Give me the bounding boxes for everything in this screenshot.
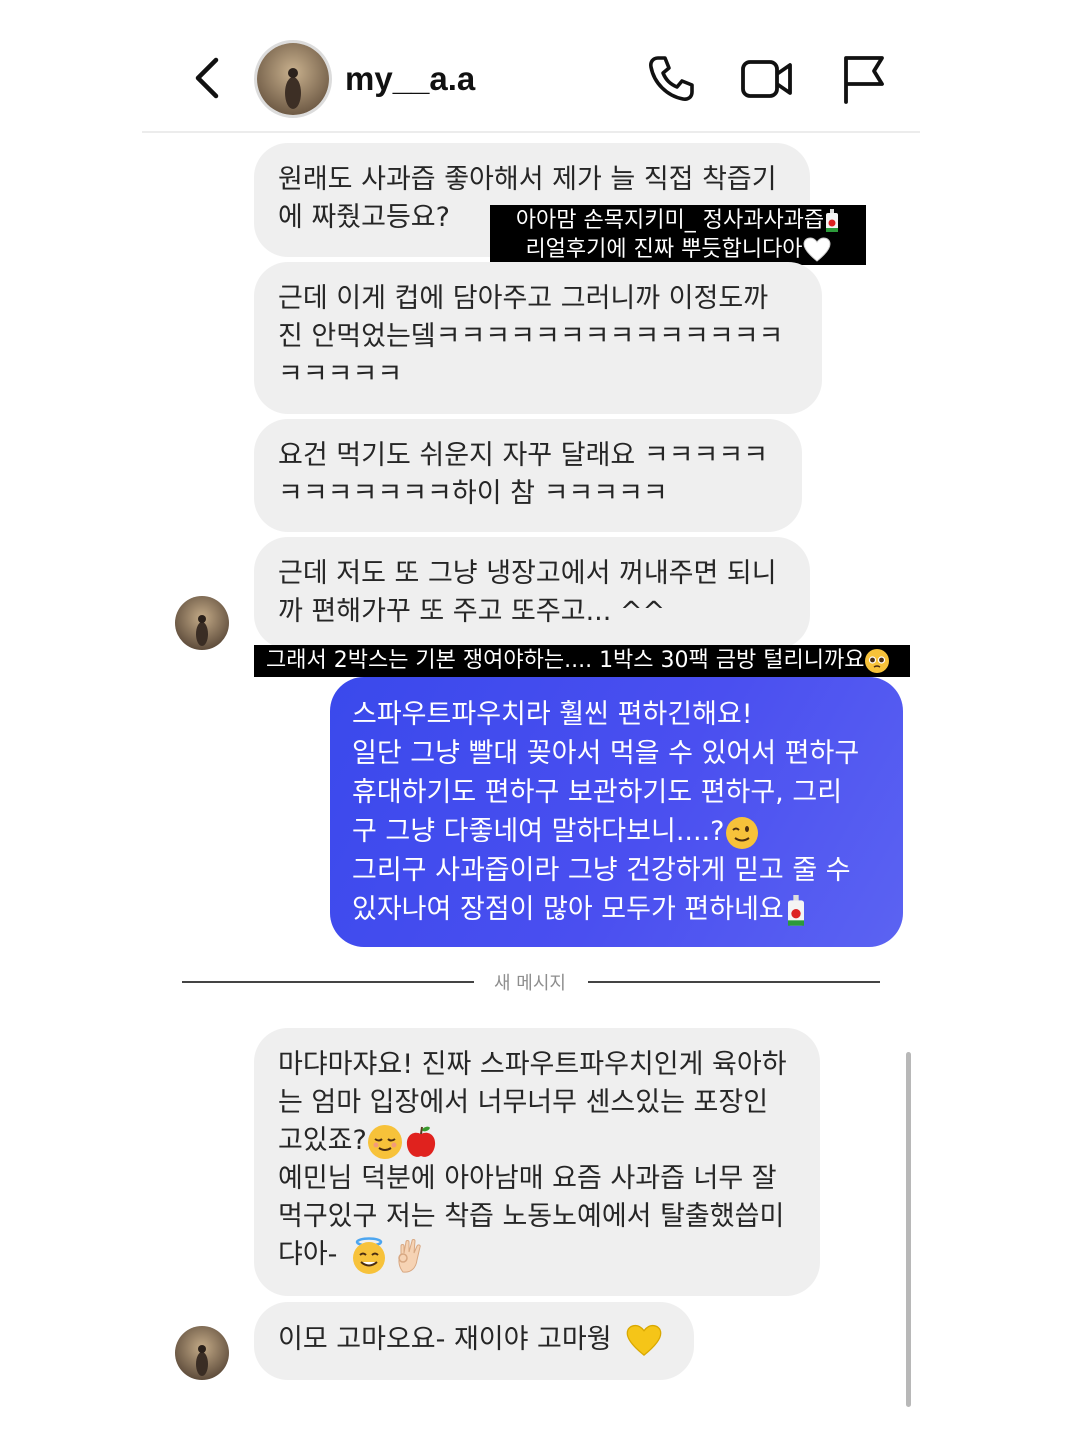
smiling-face-with-halo-icon: [353, 1236, 386, 1274]
header-divider: [142, 131, 920, 133]
message-text: 스파우트파우치라 훨씬 편하긴해요!: [352, 699, 753, 730]
chat-username[interactable]: my__a.a: [345, 60, 475, 98]
white-heart-icon: [803, 237, 831, 262]
video-call-button[interactable]: [740, 52, 794, 106]
message-text: 이모 고마오요- 재이야 고마웡: [278, 1324, 612, 1355]
message-text: 그리구 사과즙이라 그냥 건강하게 믿고 줄 수 있자나여 장점이 많아 모두가…: [352, 855, 851, 925]
message-text: 일단 그냥 빨대 꽂아서 먹을 수 있어서 편하구 휴대하기도 편하구 보관하기…: [352, 738, 860, 847]
received-message[interactable]: 근데 저도 또 그냥 냉장고에서 꺼내주면 되니 까 편해가꾸 또 주고 또주고…: [254, 537, 810, 649]
relieved-face-icon: [367, 1124, 402, 1159]
divider-line: [182, 981, 474, 983]
message-text: 마댜마쟈요! 진짜 스파우트파우치인게 육아하 는 엄마 입장에서 너무너무 센…: [278, 1049, 787, 1156]
phone-icon: [649, 56, 694, 101]
received-message[interactable]: 이모 고마오요- 재이야 고마웡: [254, 1302, 694, 1380]
caption-sticker: 아아맘 손목지키미_ 정사과사과즙 리얼후기에 진짜 뿌듯합니다아: [490, 205, 866, 265]
juice-pouch-icon: [787, 894, 804, 926]
scrollbar[interactable]: [906, 1052, 911, 1407]
red-apple-icon: [406, 1126, 435, 1157]
profile-avatar[interactable]: [254, 40, 332, 118]
message-text: 요건 먹기도 쉬운지 자꾸 달래요 ㅋㅋㅋㅋㅋ ㅋㅋㅋㅋㅋㅋㅋ하이 참 ㅋㅋㅋㅋ…: [278, 440, 769, 509]
back-button[interactable]: [186, 54, 230, 102]
caption-text: 그래서 2박스는 기본 쟁여야하는.... 1박스 30팩 금방 털리니까요: [266, 648, 865, 673]
call-button[interactable]: [644, 52, 698, 106]
pleading-face-icon: [865, 649, 890, 673]
sender-avatar[interactable]: [175, 596, 229, 650]
message-text: 근데 저도 또 그냥 냉장고에서 꺼내주면 되니 까 편해가꾸 또 주고 또주고…: [278, 558, 777, 627]
received-message[interactable]: 마댜마쟈요! 진짜 스파우트파우치인게 육아하 는 엄마 입장에서 너무너무 센…: [254, 1028, 820, 1296]
divider-line: [588, 981, 880, 983]
caption-text: 리얼후기에 진짜 뿌듯합니다아: [525, 237, 803, 262]
ok-hand-icon: [398, 1238, 422, 1273]
sender-avatar[interactable]: [175, 1326, 229, 1380]
video-camera-icon: [741, 60, 792, 98]
flag-icon: [844, 56, 884, 104]
chat-header: my__a.a: [0, 0, 1080, 133]
juice-pouch-icon: [826, 209, 839, 232]
yellow-heart-icon: [626, 1324, 661, 1356]
new-messages-divider: 새 메시지: [494, 973, 566, 994]
received-message[interactable]: 근데 이게 컵에 담아주고 그러니까 이정도까 진 안먹었는뎈ㅋㅋㅋㅋㅋㅋㅋㅋㅋ…: [254, 262, 822, 414]
caption-text: 아아맘 손목지키미_ 정사과사과즙: [515, 208, 825, 233]
caption-sticker: 그래서 2박스는 기본 쟁여야하는.... 1박스 30팩 금방 털리니까요: [254, 645, 910, 677]
report-button[interactable]: [838, 52, 892, 106]
chevron-left-icon: [195, 57, 219, 99]
sent-message[interactable]: 스파우트파우치라 훨씬 편하긴해요! 일단 그냥 빨대 꽂아서 먹을 수 있어서…: [330, 677, 903, 947]
winking-face-icon: [725, 816, 758, 849]
message-text: 근데 이게 컵에 담아주고 그러니까 이정도까 진 안먹었는뎈ㅋㅋㅋㅋㅋㅋㅋㅋㅋ…: [278, 283, 784, 390]
received-message[interactable]: 요건 먹기도 쉬운지 자꾸 달래요 ㅋㅋㅋㅋㅋ ㅋㅋㅋㅋㅋㅋㅋ하이 참 ㅋㅋㅋㅋ…: [254, 419, 802, 532]
